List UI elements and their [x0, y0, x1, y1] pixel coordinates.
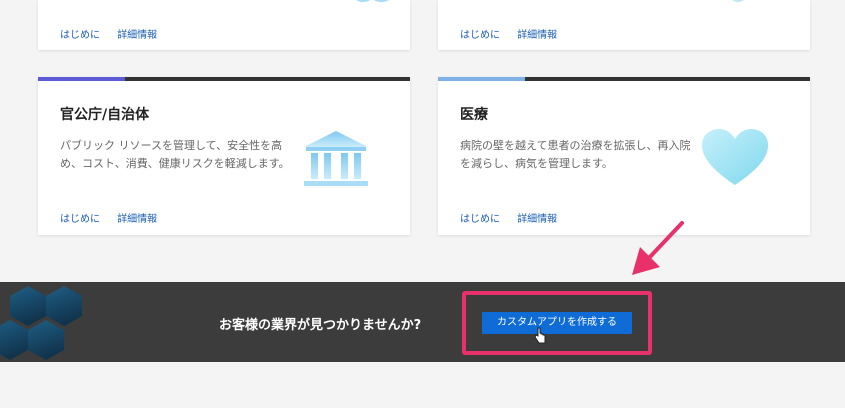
hexagon-decoration — [46, 286, 82, 326]
industry-card-top-left: はじめに 詳細情報 — [38, 0, 410, 50]
card-links: はじめに 詳細情報 — [60, 26, 171, 41]
card-description: 病院の壁を越えて患者の治療を拡張し、再入院を減らし、病気を管理します。 — [460, 139, 691, 170]
card-title: 医療 — [460, 107, 488, 123]
heart-icon — [700, 127, 770, 189]
create-custom-app-button[interactable]: カスタムアプリを作成する — [482, 312, 632, 334]
get-started-link[interactable]: はじめに — [60, 214, 100, 225]
card-links: はじめに 詳細情報 — [460, 26, 571, 41]
accent-segment — [438, 77, 525, 81]
hexagon-decoration — [28, 320, 64, 360]
card-links: はじめに 詳細情報 — [460, 210, 571, 225]
card-description: パブリック リソースを管理して、安全性を高め、コスト、消費、健康リスクを軽減しま… — [60, 139, 290, 170]
hand-cursor-icon — [534, 327, 546, 344]
partial-illustration — [718, 0, 758, 10]
get-started-link[interactable]: はじめに — [460, 30, 500, 41]
building-icon — [300, 129, 372, 189]
learn-more-link[interactable]: 詳細情報 — [517, 30, 557, 41]
hexagon-decoration — [0, 320, 28, 360]
get-started-link[interactable]: はじめに — [460, 214, 500, 225]
custom-app-banner: お客様の業界が見つかりませんか? — [0, 282, 845, 362]
card-accent-bar — [438, 77, 810, 81]
pointer-arrow-icon — [632, 221, 684, 275]
partial-illustration — [348, 0, 398, 4]
card-title: 官公庁/自治体 — [60, 107, 150, 123]
learn-more-link[interactable]: 詳細情報 — [117, 214, 157, 225]
card-links: はじめに 詳細情報 — [60, 210, 171, 225]
hexagon-decoration — [10, 286, 46, 326]
banner-message: お客様の業界が見つかりませんか? — [219, 318, 422, 333]
industry-card-healthcare: 医療 病院の壁を越えて患者の治療を拡張し、再入院を減らし、病気を管理します。 は… — [438, 77, 810, 235]
get-started-link[interactable]: はじめに — [60, 30, 100, 41]
learn-more-link[interactable]: 詳細情報 — [117, 30, 157, 41]
card-accent-bar — [38, 77, 410, 81]
industry-card-government: 官公庁/自治体 パブリック リソースを管理して、安全性を高め、コスト、消費、健康… — [38, 77, 410, 235]
accent-segment — [38, 77, 125, 81]
industry-card-top-right: はじめに 詳細情報 — [438, 0, 810, 50]
learn-more-link[interactable]: 詳細情報 — [517, 214, 557, 225]
